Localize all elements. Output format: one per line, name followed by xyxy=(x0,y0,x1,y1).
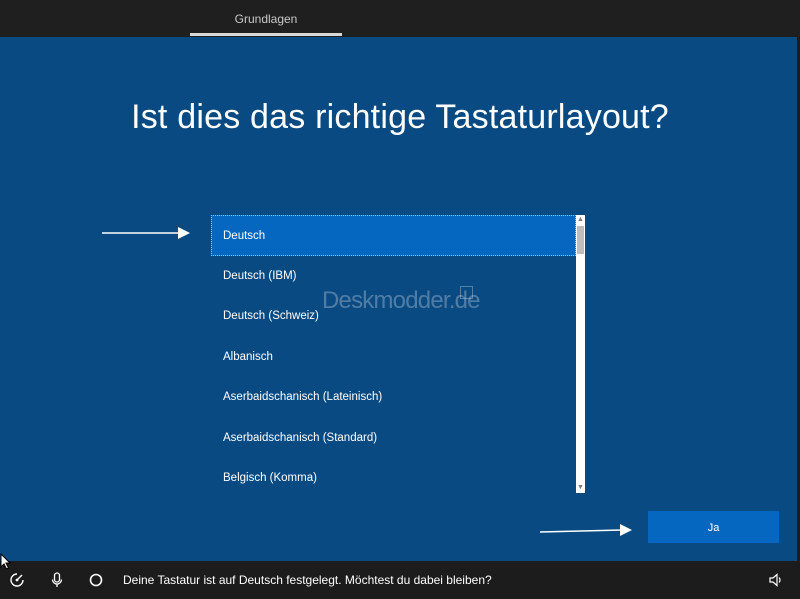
ease-of-access-icon[interactable] xyxy=(9,572,25,588)
arrow-icon xyxy=(540,524,632,536)
list-item-albanisch[interactable]: Albanisch xyxy=(211,337,576,378)
list-item-deutsch[interactable]: Deutsch xyxy=(211,215,576,256)
arrow-icon xyxy=(102,227,190,239)
keyboard-layout-list[interactable]: Deutsch Deutsch (IBM) Deutsch (Schweiz) … xyxy=(211,215,576,493)
microphone-icon[interactable] xyxy=(49,572,65,588)
list-item-aserbaidschanisch-standard[interactable]: Aserbaidschanisch (Standard) xyxy=(211,418,576,459)
bottom-bar: Deine Tastatur ist auf Deutsch festgeleg… xyxy=(0,561,800,599)
scroll-down-icon[interactable]: ▼ xyxy=(576,483,585,493)
status-text: Deine Tastatur ist auf Deutsch festgeleg… xyxy=(123,573,492,587)
volume-icon[interactable] xyxy=(768,572,784,588)
list-item-belgisch-komma[interactable]: Belgisch (Komma) xyxy=(211,458,576,493)
watermark-logo-icon xyxy=(460,286,473,299)
mouse-cursor-icon xyxy=(0,553,12,570)
scroll-up-icon[interactable]: ▲ xyxy=(576,215,585,225)
list-item-aserbaidschanisch-lateinisch[interactable]: Aserbaidschanisch (Lateinisch) xyxy=(211,377,576,418)
page-title: Ist dies das richtige Tastaturlayout? xyxy=(131,98,669,136)
top-bar: Grundlagen xyxy=(0,0,800,37)
tab-grundlagen: Grundlagen xyxy=(234,12,298,26)
ja-button[interactable]: Ja xyxy=(648,511,779,543)
scrollbar-thumb[interactable] xyxy=(577,226,584,254)
watermark: Deskmodder.de xyxy=(322,287,481,314)
cortana-icon[interactable] xyxy=(88,572,104,588)
list-scrollbar[interactable]: ▲ ▼ xyxy=(576,215,585,493)
tab-active-indicator xyxy=(190,33,342,36)
